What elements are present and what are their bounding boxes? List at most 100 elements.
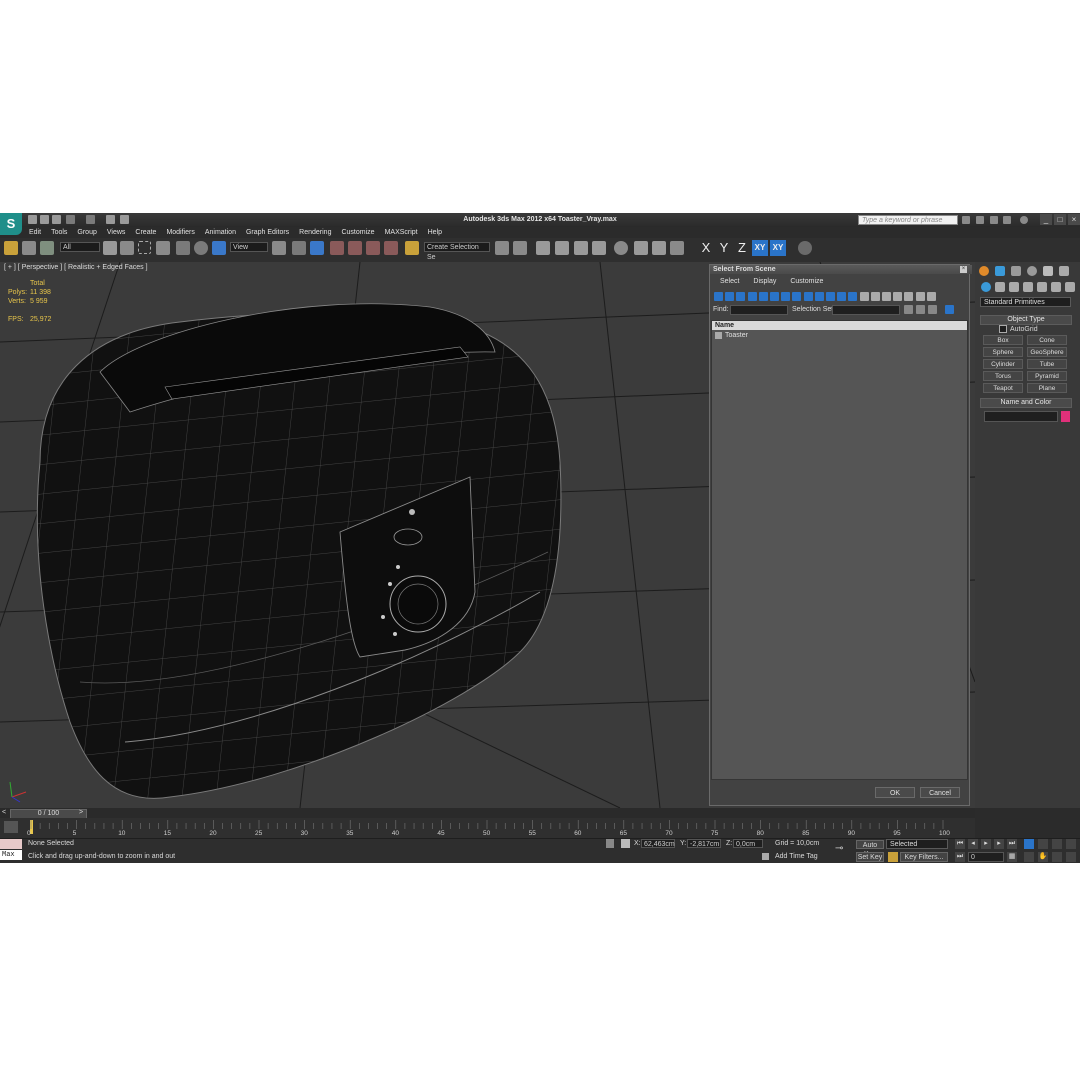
angle-snap-icon[interactable] bbox=[348, 241, 362, 255]
zoom-icon[interactable] bbox=[1024, 839, 1034, 849]
app-logo-icon[interactable]: S bbox=[0, 213, 22, 235]
keyboard-shortcut-override-icon[interactable] bbox=[310, 241, 324, 255]
sync-selection-icon[interactable] bbox=[945, 305, 954, 314]
menu-maxscript[interactable]: MAXScript bbox=[380, 227, 423, 237]
cancel-button[interactable]: Cancel bbox=[920, 787, 960, 798]
filter-filter-icon[interactable] bbox=[915, 292, 925, 301]
graphite-toolbar-icon[interactable] bbox=[555, 241, 569, 255]
menu-modifiers[interactable]: Modifiers bbox=[161, 227, 199, 237]
absolute-mode-icon[interactable] bbox=[621, 839, 630, 848]
teapot-button[interactable]: Teapot bbox=[983, 383, 1023, 393]
selection-filter-dropdown[interactable]: All bbox=[60, 242, 100, 252]
axis-xy-button[interactable]: XY bbox=[752, 240, 768, 256]
viewport-label[interactable]: [ + ] [ Perspective ] [ Realistic + Edge… bbox=[4, 264, 148, 271]
open-file-icon[interactable] bbox=[40, 215, 49, 224]
menu-tools[interactable]: Tools bbox=[46, 227, 72, 237]
previous-frame-icon[interactable]: ◂ bbox=[968, 839, 978, 849]
slider-next-icon[interactable]: > bbox=[79, 809, 85, 817]
search-icon[interactable] bbox=[962, 216, 970, 224]
auto-key-button[interactable]: Auto Key bbox=[856, 840, 884, 858]
dialog-menu-customize[interactable]: Customize bbox=[790, 278, 823, 285]
filter-shapes-icon[interactable] bbox=[725, 292, 735, 301]
filter-bones-icon[interactable] bbox=[803, 292, 813, 301]
filter-columns-icon[interactable] bbox=[926, 292, 936, 301]
render-production-icon[interactable] bbox=[670, 241, 684, 255]
time-slider[interactable]: < 0 / 100 > bbox=[0, 808, 975, 819]
object-type-rollout[interactable]: Object Type bbox=[980, 315, 1072, 325]
zoom-extents-all-icon[interactable] bbox=[1066, 839, 1076, 849]
add-time-tag-button[interactable]: Add Time Tag bbox=[775, 853, 818, 860]
filter-cameras-icon[interactable] bbox=[747, 292, 757, 301]
cone-button[interactable]: Cone bbox=[1027, 335, 1067, 345]
key-filters-button[interactable]: Key Filters... bbox=[900, 852, 948, 862]
tube-button[interactable]: Tube bbox=[1027, 359, 1067, 369]
help-icon[interactable] bbox=[1020, 216, 1028, 224]
filter-frozen-icon[interactable] bbox=[826, 292, 835, 301]
set-key-button[interactable]: Set Key bbox=[856, 852, 884, 862]
track-bar[interactable]: 0 5 10 15 20 25 30 35 40 45 50 55 60 65 70 75 80 85 90 95 10… bbox=[0, 818, 975, 838]
orbit-icon[interactable] bbox=[1052, 852, 1062, 862]
geosphere-button[interactable]: GeoSphere bbox=[1027, 347, 1067, 357]
menu-create[interactable]: Create bbox=[130, 227, 161, 237]
dialog-close-button[interactable]: × bbox=[960, 266, 967, 273]
selection-set-dropdown[interactable] bbox=[832, 305, 900, 315]
undo-icon[interactable] bbox=[66, 215, 75, 224]
pyramid-button[interactable]: Pyramid bbox=[1027, 371, 1067, 381]
lights-icon[interactable] bbox=[1009, 282, 1019, 292]
menu-animation[interactable]: Animation bbox=[200, 227, 241, 237]
maxscript-mini-listener[interactable]: Max bbox=[0, 850, 22, 860]
slider-prev-icon[interactable]: < bbox=[2, 809, 8, 817]
mini-curve-editor-icon[interactable] bbox=[4, 821, 18, 833]
filter-hidden-icon[interactable] bbox=[837, 292, 847, 301]
object-name-input[interactable] bbox=[984, 411, 1058, 422]
redo-icon[interactable] bbox=[86, 215, 95, 224]
utilities-tab-icon[interactable] bbox=[1059, 266, 1069, 276]
percent-snap-icon[interactable] bbox=[366, 241, 380, 255]
maxscript-listener-icon[interactable] bbox=[0, 839, 22, 849]
align-icon[interactable] bbox=[513, 241, 527, 255]
edit-named-selection-icon[interactable] bbox=[405, 241, 419, 255]
z-coordinate-field[interactable]: 0,0cm bbox=[733, 839, 763, 848]
systems-icon[interactable] bbox=[1065, 282, 1075, 292]
axis-x-button[interactable]: X bbox=[698, 240, 714, 256]
filter-display-children-icon[interactable] bbox=[882, 292, 891, 301]
dialog-title[interactable]: Select From Scene bbox=[710, 265, 972, 274]
go-to-end-icon[interactable]: ⏭ bbox=[1007, 839, 1017, 849]
name-and-color-rollout[interactable]: Name and Color bbox=[980, 398, 1072, 408]
x-coordinate-field[interactable]: 62,463cm bbox=[641, 839, 675, 848]
window-crossing-icon[interactable] bbox=[156, 241, 170, 255]
rendered-frame-window-icon[interactable] bbox=[652, 241, 666, 255]
communication-center-icon[interactable] bbox=[990, 216, 998, 224]
render-setup-icon[interactable] bbox=[634, 241, 648, 255]
menu-rendering[interactable]: Rendering bbox=[294, 227, 336, 237]
material-editor-icon[interactable] bbox=[614, 241, 628, 255]
select-all-icon[interactable] bbox=[904, 305, 913, 314]
list-item[interactable]: Toaster bbox=[715, 332, 748, 339]
field-of-view-icon[interactable] bbox=[1024, 852, 1034, 862]
shapes-icon[interactable] bbox=[995, 282, 1005, 292]
filter-xrefs-icon[interactable] bbox=[792, 292, 802, 301]
vray-icon[interactable] bbox=[798, 241, 812, 255]
favorites-star-icon[interactable] bbox=[1003, 216, 1011, 224]
name-column-header[interactable]: Name bbox=[712, 321, 967, 330]
axis-constraint-xy-button[interactable]: XY bbox=[770, 240, 786, 256]
selection-lock-icon[interactable] bbox=[606, 839, 614, 848]
maximize-button[interactable]: □ bbox=[1054, 214, 1066, 225]
move-icon[interactable] bbox=[176, 241, 190, 255]
hierarchy-tab-icon[interactable] bbox=[1011, 266, 1021, 276]
pivot-center-icon[interactable] bbox=[272, 241, 286, 255]
filter-all-icon[interactable] bbox=[848, 292, 858, 301]
modify-tab-icon[interactable] bbox=[995, 266, 1005, 276]
curve-editor-icon[interactable] bbox=[574, 241, 588, 255]
filter-invert-icon[interactable] bbox=[870, 292, 880, 301]
filter-geometry-icon[interactable] bbox=[714, 292, 723, 301]
filter-find-case-icon[interactable] bbox=[904, 292, 914, 301]
select-by-name-icon[interactable] bbox=[120, 241, 134, 255]
layer-manager-icon[interactable] bbox=[536, 241, 550, 255]
filter-none-icon[interactable] bbox=[859, 292, 869, 301]
search-input[interactable]: Type a keyword or phrase bbox=[858, 215, 958, 225]
select-invert-icon[interactable] bbox=[928, 305, 937, 314]
select-and-manipulate-icon[interactable] bbox=[292, 241, 306, 255]
menu-edit[interactable]: Edit bbox=[24, 227, 46, 237]
filter-display-influences-icon[interactable] bbox=[893, 292, 903, 301]
